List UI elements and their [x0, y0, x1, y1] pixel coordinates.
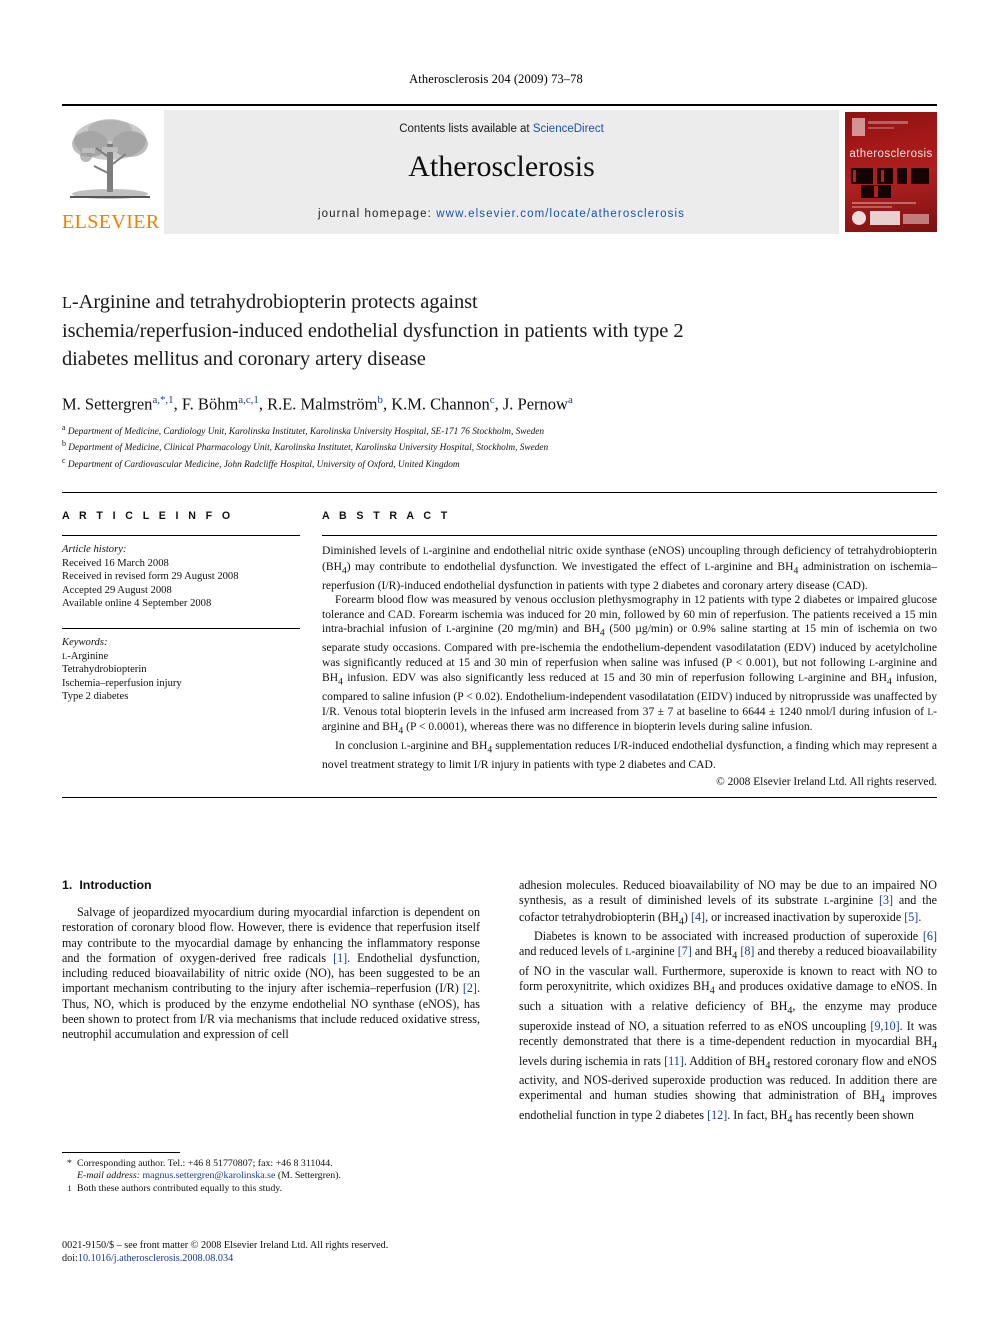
affiliation-mark: a	[62, 422, 66, 432]
footnote-mark-sup: 1	[67, 1183, 72, 1193]
affiliation-mark: c	[62, 455, 66, 465]
footnote-equal-contribution: 1 Both these authors contributed equally…	[62, 1183, 480, 1200]
email-link[interactable]: magnus.settergren@karolinska.se	[142, 1170, 275, 1181]
article-info-column: A R T I C L E I N F O Article history: R…	[62, 493, 322, 788]
journal-article-page: Atherosclerosis 204 (2009) 73–78 ELSEVIE…	[0, 0, 992, 1323]
abstract-text: Diminished levels of L-arginine and endo…	[322, 544, 937, 773]
email-owner: (M. Settergren).	[275, 1170, 341, 1182]
cover-mark-line-1	[868, 121, 908, 124]
elsevier-wordmark: ELSEVIER	[62, 211, 160, 233]
elsevier-tree-icon	[70, 119, 150, 199]
doi-link[interactable]: 10.1016/j.atherosclerosis.2008.08.034	[78, 1253, 233, 1264]
history-item: Received 16 March 2008	[62, 557, 169, 569]
title-small-cap-l: L	[62, 293, 72, 312]
author-list: M. Settergrena,*,1, F. Böhma,c,1, R.E. M…	[62, 394, 573, 414]
journal-band: Contents lists available at ScienceDirec…	[164, 110, 839, 234]
abstract-paragraph: Forearm blood flow was measured by venou…	[322, 593, 937, 737]
article-history: Article history: Received 16 March 2008 …	[62, 543, 300, 611]
article-history-label: Article history:	[62, 544, 127, 555]
title-line-1: -Arginine and tetrahydrobiopterin protec…	[71, 291, 478, 313]
journal-homepage-line: journal homepage: www.elsevier.com/locat…	[164, 208, 839, 220]
section-heading-introduction: 1. Introduction	[62, 878, 480, 892]
email-label: E-mail address:	[77, 1170, 140, 1182]
affiliation-item: c Department of Cardiovascular Medicine,…	[62, 455, 937, 472]
history-item: Available online 4 September 2008	[62, 598, 212, 610]
history-item: Received in revised form 29 August 2008	[62, 571, 239, 583]
cover-artwork	[851, 168, 931, 198]
keywords-block: Keywords: L-Arginine Tetrahydrobiopterin…	[62, 636, 300, 704]
affiliation-text: Department of Medicine, Clinical Pharmac…	[68, 443, 549, 454]
keywords-label: Keywords:	[62, 636, 108, 648]
footnote-list: * Corresponding author. Tel.: +46 8 5177…	[62, 1158, 480, 1199]
homepage-url-link[interactable]: www.elsevier.com/locate/atherosclerosis	[436, 208, 685, 220]
doi-label: doi:	[62, 1252, 78, 1264]
article-info-heading: A R T I C L E I N F O	[62, 510, 234, 522]
journal-masthead: ELSEVIER Contents lists available at Sci…	[62, 104, 937, 236]
info-abstract-band: A R T I C L E I N F O Article history: R…	[62, 492, 937, 798]
affiliation-item: b Department of Medicine, Clinical Pharm…	[62, 438, 937, 455]
journal-cover-thumbnail: atherosclerosis	[845, 110, 937, 234]
affiliation-text: Department of Medicine, Cardiology Unit,…	[67, 426, 544, 437]
page-title: L-Arginine and tetrahydrobiopterin prote…	[62, 288, 937, 373]
title-line-2: ischemia/reperfusion-induced endothelial…	[62, 320, 684, 342]
divider	[322, 535, 937, 536]
title-block: L-Arginine and tetrahydrobiopterin prote…	[62, 288, 937, 472]
cover-journal-title: atherosclerosis	[849, 148, 933, 160]
affiliation-mark: b	[62, 439, 66, 449]
footnote-mark: *	[67, 1158, 72, 1169]
footnote-corresponding-text: Corresponding author. Tel.: +46 8 517708…	[77, 1158, 333, 1169]
cover-open-access-badge	[852, 211, 866, 225]
footnote-equal-text: Both these authors contributed equally t…	[77, 1182, 283, 1194]
footnote-corresponding-author: * Corresponding author. Tel.: +46 8 5177…	[62, 1158, 480, 1183]
section-title: Introduction	[79, 878, 152, 892]
abstract-paragraph: Diminished levels of L-arginine and endo…	[322, 544, 937, 592]
footnote-rule	[62, 1152, 180, 1153]
footnote-mark: 1	[62, 1183, 77, 1200]
cover-barcode	[870, 211, 900, 225]
affiliation-text: Department of Cardiovascular Medicine, J…	[67, 459, 460, 470]
keyword-item: Ischemia–reperfusion injury	[62, 677, 182, 689]
divider	[62, 796, 937, 798]
imprint-front-matter: 0021-9150/$ – see front matter © 2008 El…	[62, 1240, 389, 1251]
title-line-3: diabetes mellitus and coronary artery di…	[62, 348, 426, 370]
journal-title: Atherosclerosis	[408, 150, 595, 183]
abstract-heading: A B S T R A C T	[322, 510, 451, 522]
abstract-column: A B S T R A C T Diminished levels of L-a…	[322, 493, 937, 788]
body-paragraph: adhesion molecules. Reduced bioavailabil…	[519, 878, 937, 927]
running-head: Atherosclerosis 204 (2009) 73–78	[409, 72, 583, 86]
divider	[62, 627, 300, 629]
keyword-item: Tetrahydrobiopterin	[62, 664, 147, 676]
affiliation-list: a Department of Medicine, Cardiology Uni…	[62, 422, 937, 472]
introduction-left-text: Salvage of jeopardized myocardium during…	[62, 905, 480, 1042]
cover-footer-text	[903, 214, 929, 224]
keyword-item: Type 2 diabetes	[62, 691, 129, 703]
body-column-right: adhesion molecules. Reduced bioavailabil…	[519, 878, 937, 1238]
homepage-label: journal homepage:	[318, 208, 432, 220]
cover-mark-line-2	[868, 127, 894, 129]
imprint-block: 0021-9150/$ – see front matter © 2008 El…	[62, 1240, 622, 1266]
history-item: Accepted 29 August 2008	[62, 584, 172, 596]
affiliation-item: a Department of Medicine, Cardiology Uni…	[62, 422, 937, 439]
cover-caption-line-2	[852, 206, 892, 208]
footnote-block: * Corresponding author. Tel.: +46 8 5177…	[62, 1152, 480, 1199]
body-paragraph: Salvage of jeopardized myocardium during…	[62, 905, 481, 1041]
abstract-paragraph: In conclusion L-arginine and BH4 supplem…	[322, 739, 938, 772]
abstract-copyright: © 2008 Elsevier Ireland Ltd. All rights …	[716, 775, 937, 788]
keyword-item: L-Arginine	[62, 650, 109, 662]
divider	[62, 535, 300, 536]
cover-elsevier-mark	[852, 118, 865, 136]
introduction-right-text: adhesion molecules. Reduced bioavailabil…	[519, 878, 937, 1128]
body-paragraph: Diabetes is known to be associated with …	[519, 929, 938, 1126]
contents-available-line: Contents lists available at ScienceDirec…	[164, 123, 839, 135]
imprint-doi-line: doi:10.1016/j.atherosclerosis.2008.08.03…	[62, 1253, 622, 1266]
section-number: 1.	[62, 878, 73, 892]
contents-prefix: Contents lists available at	[399, 123, 533, 135]
sciencedirect-link[interactable]: ScienceDirect	[533, 123, 604, 135]
cover-caption-line-1	[852, 202, 916, 204]
elsevier-logo: ELSEVIER	[62, 110, 160, 234]
